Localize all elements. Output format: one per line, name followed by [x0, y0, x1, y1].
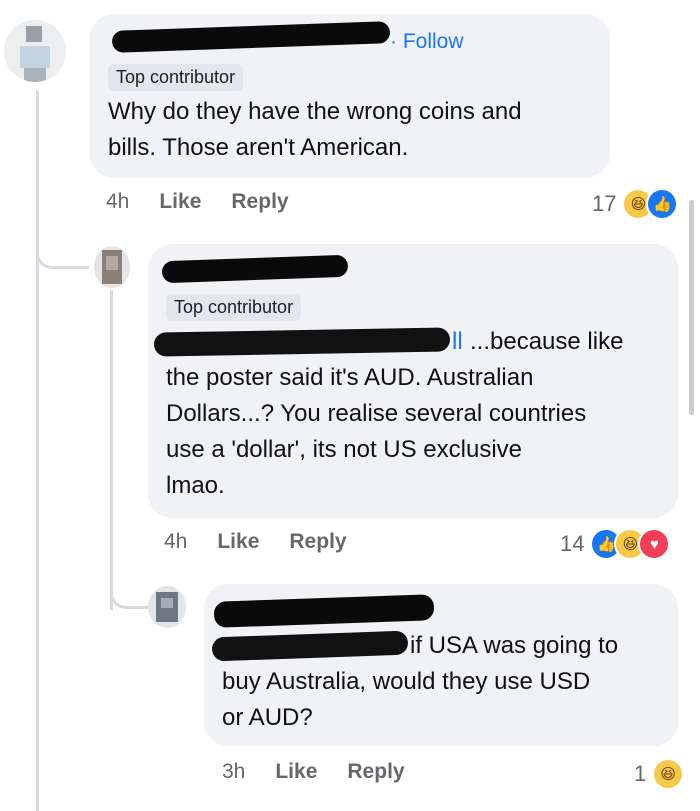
comment-text-line: Why do they have the wrong coins and — [108, 98, 522, 125]
avatar[interactable] — [148, 586, 186, 628]
comment-text-line: ...because like — [470, 328, 624, 355]
reaction-count: 1 — [634, 761, 647, 786]
reaction-summary[interactable]: 17 😆 👍 — [592, 188, 679, 220]
comment-text-line: use a 'dollar', its not US exclusive — [166, 436, 522, 463]
like-icon: 👍 — [646, 188, 679, 220]
comment-actions: 3h Like Reply — [222, 760, 405, 784]
thread-connector-nested — [110, 570, 153, 609]
timestamp[interactable]: 3h — [222, 760, 245, 784]
avatar[interactable] — [4, 20, 66, 82]
top-contributor-badge: Top contributor — [166, 294, 302, 321]
haha-icon: 😆 — [652, 758, 685, 790]
comment-actions: 4h Like Reply — [106, 190, 289, 214]
reply-button[interactable]: Reply — [289, 530, 346, 554]
reaction-count: 17 — [592, 191, 617, 216]
comment-text-line: lmao. — [166, 472, 225, 499]
avatar-blurred-icon — [148, 586, 186, 628]
comment-text-line: the poster said it's AUD. Australian — [166, 364, 534, 391]
thread-connector — [36, 230, 89, 269]
love-icon: ♥ — [638, 528, 671, 560]
avatar-blurred-icon — [4, 20, 66, 82]
like-button[interactable]: Like — [275, 760, 317, 784]
reaction-summary[interactable]: 14 👍 😆 ♥ — [560, 528, 671, 560]
like-button[interactable]: Like — [159, 190, 201, 214]
comment-text-line: Dollars...? You realise several countrie… — [166, 400, 587, 427]
comment-text-line: or AUD? — [222, 704, 313, 731]
reply-button[interactable]: Reply — [347, 760, 404, 784]
reaction-count: 14 — [560, 531, 585, 556]
timestamp[interactable]: 4h — [164, 530, 187, 554]
mention-fragment[interactable]: ll — [452, 324, 463, 360]
avatar[interactable] — [94, 246, 130, 288]
reaction-summary[interactable]: 1 😆 — [634, 758, 685, 790]
top-contributor-badge: Top contributor — [108, 64, 244, 91]
avatar-blurred-icon — [94, 246, 130, 288]
scrollbar[interactable] — [689, 200, 694, 415]
comment-text-line: if USA was going to — [410, 632, 619, 659]
thread-line-nested — [110, 290, 113, 610]
like-button[interactable]: Like — [217, 530, 259, 554]
timestamp[interactable]: 4h — [106, 190, 129, 214]
follow-link[interactable]: · Follow — [390, 30, 464, 54]
reply-button[interactable]: Reply — [231, 190, 288, 214]
thread-line — [36, 90, 39, 811]
comment-text-line: bills. Those aren't American. — [108, 134, 409, 161]
comment-actions: 4h Like Reply — [164, 530, 347, 554]
comment-text-line: buy Australia, would they use USD — [222, 668, 591, 695]
